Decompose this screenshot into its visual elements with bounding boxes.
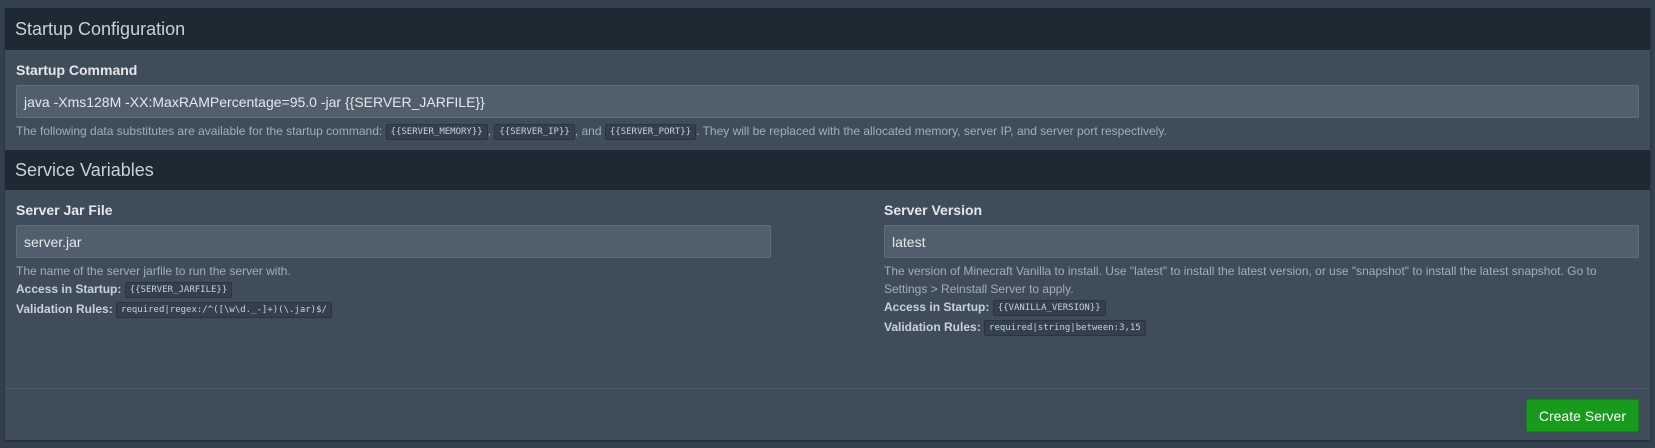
rules-value: required|string|between:3,15 (984, 320, 1146, 336)
help-suffix: . They will be replaced with the allocat… (696, 124, 1167, 138)
server-ip-var: {{SERVER_IP}} (494, 124, 575, 140)
env-variable: {{VANILLA_VERSION}} (992, 300, 1106, 316)
help-sep1: , (487, 124, 492, 138)
env-variable: {{SERVER_JARFILE}} (124, 282, 233, 298)
access-in-startup: Access in Startup: {{VANILLA_VERSION}} (884, 298, 1639, 318)
variable-label: Server Version (884, 202, 983, 218)
rules-label: Validation Rules: (16, 302, 113, 316)
server-port-var: {{SERVER_PORT}} (604, 124, 697, 140)
access-label: Access in Startup: (884, 300, 990, 314)
validation-rules: Validation Rules: required|regex:/^([\w\… (16, 300, 771, 320)
startup-config-title: Startup Configuration (15, 18, 186, 39)
startup-command-help: The following data substitutes are avail… (16, 122, 1639, 141)
panel-footer: Create Server (5, 388, 1650, 440)
validation-rules: Validation Rules: required|string|betwee… (884, 318, 1639, 338)
variable-server-version: Server Version latest The version of Min… (884, 202, 1639, 338)
server-jar-input[interactable]: server.jar (16, 225, 771, 258)
service-variables-title: Service Variables (15, 159, 154, 180)
access-in-startup: Access in Startup: {{SERVER_JARFILE}} (16, 280, 771, 300)
rules-label: Validation Rules: (884, 320, 981, 334)
service-variables-header: Service Variables (5, 150, 1650, 190)
variable-server-jar: Server Jar File server.jar The name of t… (16, 202, 771, 338)
service-variables-body: Server Jar File server.jar The name of t… (5, 190, 1650, 338)
startup-config-header: Startup Configuration (5, 8, 1650, 50)
server-startup-panel: Startup Configuration Startup Command ja… (5, 8, 1650, 440)
variable-description: The name of the server jarfile to run th… (16, 264, 291, 278)
server-version-input[interactable]: latest (884, 225, 1639, 258)
startup-config-body: Startup Command java -Xms128M -XX:MaxRAM… (5, 50, 1650, 150)
help-sep2: , and (574, 124, 602, 138)
variable-description: The version of Minecraft Vanilla to inst… (884, 264, 1597, 296)
server-memory-var: {{SERVER_MEMORY}} (385, 124, 488, 140)
access-label: Access in Startup: (16, 282, 122, 296)
create-server-button[interactable]: Create Server (1525, 399, 1639, 432)
rules-value: required|regex:/^([\w\d._-]+)(\.jar)$/ (116, 302, 332, 318)
variable-label: Server Jar File (16, 202, 113, 218)
startup-command-input[interactable]: java -Xms128M -XX:MaxRAMPercentage=95.0 … (16, 85, 1639, 118)
startup-command-label: Startup Command (16, 62, 138, 78)
help-prefix: The following data substitutes are avail… (16, 124, 383, 138)
